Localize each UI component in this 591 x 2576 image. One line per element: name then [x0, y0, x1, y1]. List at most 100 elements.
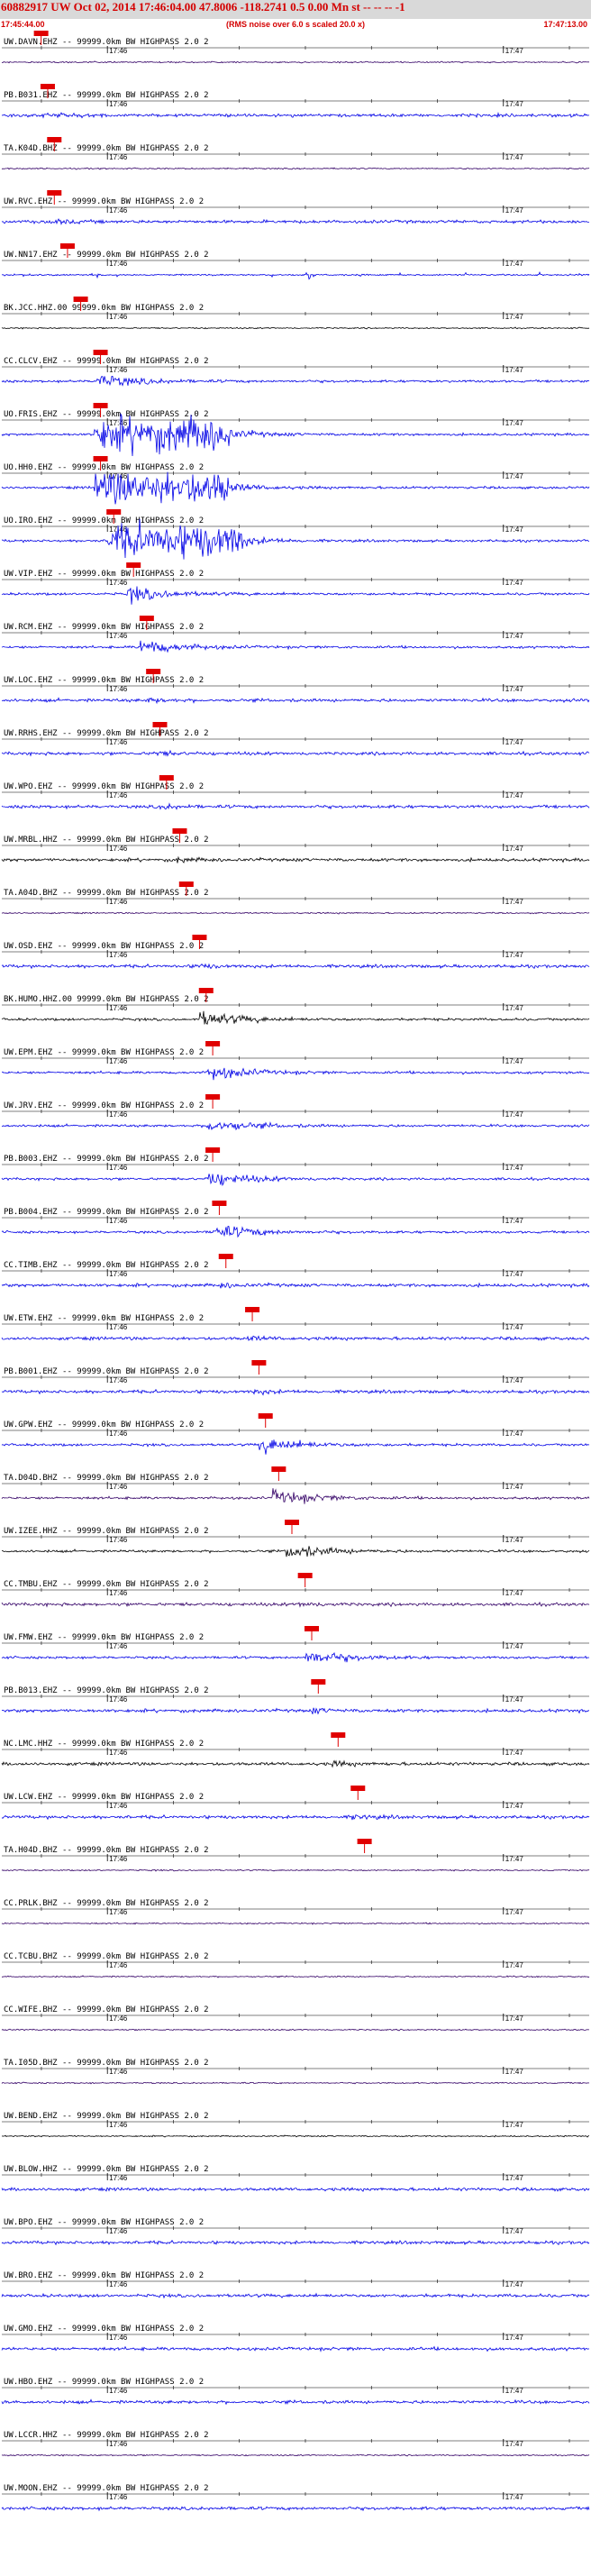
waveform: [2, 1975, 590, 1978]
pick-marker: [198, 988, 214, 993]
minute-tick-label: 17:47: [505, 951, 524, 959]
station-label: NC.LMC.HHZ -- 99999.0km BW HIGHPASS 2.0 …: [4, 1740, 204, 1749]
station-trace: UW.BPO.EHZ -- 99999.0km BW HIGHPASS 2.0 …: [1, 2218, 590, 2246]
station-label: UW.IZEE.HHZ -- 99999.0km BW HIGHPASS 2.0…: [4, 1527, 209, 1536]
pick-marker: [47, 137, 62, 142]
minute-tick-label: 17:46: [109, 2334, 128, 2342]
waveform: [2, 1546, 590, 1557]
waveform: [1, 1439, 590, 1455]
waveform: [1, 697, 590, 705]
station-label: BK.HUMO.HHZ.00 99999.0km BW HIGHPASS 2.0…: [4, 995, 209, 1004]
pick-marker: [139, 616, 154, 621]
minute-tick-label: 17:46: [109, 366, 128, 374]
minute-tick-label: 17:47: [505, 1961, 524, 1969]
minute-tick-label: 17:47: [505, 1642, 524, 1650]
station-label: UW.EPM.EHZ -- 99999.0km BW HIGHPASS 2.0 …: [4, 1048, 204, 1057]
waveform: [1, 2292, 590, 2299]
waveform: [1, 1652, 590, 1663]
station-label: CC.CLCV.EHZ -- 99999.0km BW HIGHPASS 2.0…: [4, 357, 209, 366]
pick-marker: [245, 1307, 260, 1312]
minute-tick-label: 17:46: [109, 260, 128, 268]
waveform: [1, 1488, 590, 1504]
waveform: [1, 218, 589, 225]
station-trace: UO.HH0.EHZ -- 99999.0km BW HIGHPASS 2.0 …: [1, 456, 590, 505]
minute-tick-label: 17:47: [505, 1004, 524, 1012]
minute-tick-label: 17:46: [109, 2493, 128, 2501]
minute-tick-label: 17:47: [505, 791, 524, 799]
minute-tick-label: 17:47: [505, 2227, 524, 2235]
minute-tick-label: 17:47: [505, 366, 524, 374]
station-trace: CC.PRLK.BHZ -- 99999.0km BW HIGHPASS 2.0…: [1, 1899, 590, 1925]
waveform: [1, 1388, 590, 1396]
station-label: UO.IRO.EHZ -- 99999.0km BW HIGHPASS 2.0 …: [4, 516, 204, 525]
minute-tick-label: 17:47: [505, 2014, 524, 2023]
minute-tick-label: 17:46: [109, 47, 128, 55]
minute-tick-label: 17:46: [109, 1004, 128, 1012]
minute-tick-label: 17:47: [505, 898, 524, 906]
pick-marker: [93, 350, 108, 355]
station-label: BK.JCC.HHZ.00 99999.0km BW HIGHPASS 2.0 …: [4, 304, 204, 313]
waveform: [1, 749, 590, 757]
minute-tick-label: 17:46: [109, 2227, 128, 2235]
station-label: UW.DAVN.EHZ -- 99999.0km BW HIGHPASS 2.0…: [4, 38, 209, 47]
waveform: [1, 1010, 590, 1025]
station-trace: CC.TMBU.EHZ -- 99999.0km BW HIGHPASS 2.0…: [1, 1573, 590, 1608]
pick-marker: [331, 1732, 346, 1738]
waveform: [1, 271, 590, 280]
station-label: UW.HBO.EHZ -- 99999.0km BW HIGHPASS 2.0 …: [4, 2378, 204, 2387]
station-trace: UO.FRIS.EHZ -- 99999.0km BW HIGHPASS 2.0…: [1, 403, 589, 457]
pick-marker: [172, 828, 187, 834]
station-trace: UW.BEND.EHZ -- 99999.0km BW HIGHPASS 2.0…: [1, 2112, 590, 2138]
pick-marker: [40, 84, 55, 89]
minute-tick-label: 17:46: [109, 100, 128, 108]
minute-tick-label: 17:47: [505, 1749, 524, 1757]
minute-tick-label: 17:46: [109, 951, 128, 959]
minute-tick-label: 17:46: [109, 1855, 128, 1863]
minute-tick-label: 17:47: [505, 1908, 524, 1916]
minute-tick-label: 17:47: [505, 632, 524, 640]
pick-marker: [218, 1254, 233, 1259]
station-label: UW.MRBL.HHZ -- 99999.0km BW HIGHPASS 2.0…: [4, 836, 209, 845]
minute-tick-label: 17:46: [109, 1270, 128, 1278]
minute-tick-label: 17:47: [505, 206, 524, 215]
station-trace: CC.CLCV.EHZ -- 99999.0km BW HIGHPASS 2.0…: [1, 350, 590, 387]
waveform: [1, 1282, 590, 1289]
station-label: TA.A04D.BHZ -- 99999.0km BW HIGHPASS 2.0…: [4, 889, 209, 898]
station-label: UO.FRIS.EHZ -- 99999.0km BW HIGHPASS 2.0…: [4, 410, 209, 419]
minute-tick-label: 17:47: [505, 2387, 524, 2395]
station-trace: PB.B004.EHZ -- 99999.0km BW HIGHPASS 2.0…: [1, 1201, 590, 1238]
minute-tick-label: 17:47: [505, 525, 524, 534]
minute-tick-label: 17:47: [505, 2440, 524, 2448]
waveform: [1, 1759, 590, 1768]
minute-tick-label: 17:47: [505, 1323, 524, 1331]
waveform: [1, 1174, 590, 1187]
minute-tick-label: 17:47: [505, 2493, 524, 2501]
pick-marker: [251, 1360, 267, 1366]
pick-marker: [106, 509, 122, 515]
waveform: [1, 640, 590, 653]
rms-note: (RMS noise over 6.0 s scaled 20.0 x): [226, 20, 365, 29]
header-title: 60882917 UW Oct 02, 2014 17:46:04.00 47.…: [1, 0, 405, 14]
pick-marker: [285, 1520, 300, 1525]
minute-tick-label: 17:47: [505, 1695, 524, 1704]
pick-marker: [205, 1147, 221, 1153]
minute-tick-label: 17:47: [505, 1110, 524, 1119]
minute-tick-label: 17:46: [109, 2387, 128, 2395]
minute-tick-label: 17:47: [505, 579, 524, 587]
minute-tick-label: 17:46: [109, 2068, 128, 2076]
waveform: [1, 1868, 590, 1872]
minute-tick-label: 17:47: [505, 685, 524, 693]
minute-tick-label: 17:46: [109, 206, 128, 215]
waveform: [1, 2506, 590, 2512]
station-trace: UW.LCW.EHZ -- 99999.0km BW HIGHPASS 2.0 …: [1, 1786, 590, 1821]
station-trace: UO.IRO.EHZ -- 99999.0km BW HIGHPASS 2.0 …: [1, 509, 590, 560]
minute-tick-label: 17:47: [505, 738, 524, 746]
minute-tick-label: 17:47: [505, 472, 524, 480]
minute-tick-label: 17:47: [505, 2280, 524, 2288]
minute-tick-label: 17:47: [505, 260, 524, 268]
station-label: UW.RVC.EHZ -- 99999.0km BW HIGHPASS 2.0 …: [4, 197, 204, 206]
station-label: CC.WIFE.BHZ -- 99999.0km BW HIGHPASS 2.0…: [4, 2005, 209, 2014]
station-label: PB.B013.EHZ -- 99999.0km BW HIGHPASS 2.0…: [4, 1686, 209, 1695]
station-trace: UW.BLOW.HHZ -- 99999.0km BW HIGHPASS 2.0…: [1, 2165, 590, 2192]
station-label: PB.B001.EHZ -- 99999.0km BW HIGHPASS 2.0…: [4, 1367, 209, 1376]
